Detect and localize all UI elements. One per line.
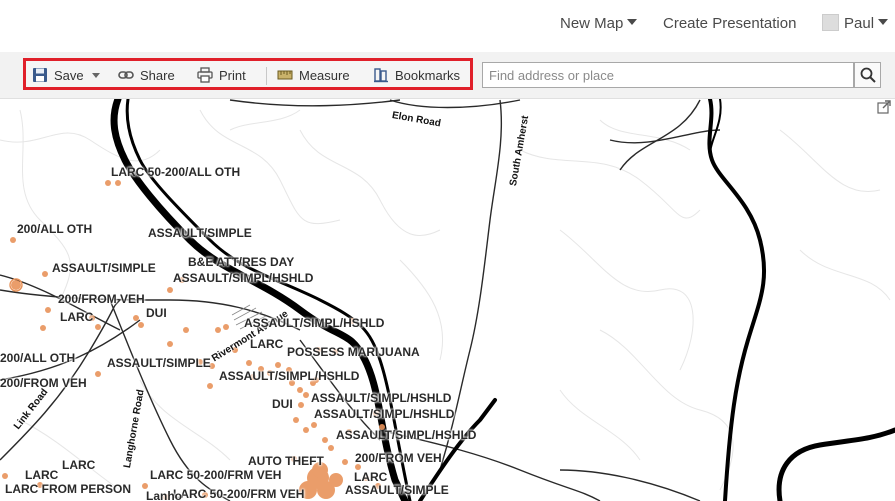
user-name: Paul	[844, 15, 875, 32]
floppy-disk-icon	[33, 68, 47, 82]
map-toolbar: Save Share Print Measure Bookmarks	[23, 58, 473, 90]
share-button[interactable]: Share	[118, 65, 175, 85]
new-map-label: New Map	[560, 15, 624, 32]
incident-label: LARC FROM PERSON	[5, 482, 131, 496]
create-presentation-link[interactable]: Create Presentation	[663, 15, 796, 32]
incident-label: POSSESS MARIJUANA	[287, 345, 420, 359]
incident-label: DUI	[272, 397, 293, 411]
avatar	[822, 13, 839, 31]
incident-label: ASSAULT/SIMPL/HSHLD	[311, 391, 452, 405]
incident-label: 200/ALL OTH	[0, 351, 76, 365]
search-input[interactable]	[482, 62, 854, 88]
incident-label: 200/ALL OTH	[17, 222, 93, 236]
bookmarks-button[interactable]: Bookmarks	[373, 65, 460, 85]
save-button[interactable]: Save	[32, 65, 100, 85]
incident-label: AUTO THEFT	[248, 454, 324, 468]
incident-label: ASSAULT/SIMPLE	[52, 261, 156, 275]
incident-label: LARC	[25, 468, 59, 482]
measure-button[interactable]: Measure	[277, 65, 350, 85]
print-button[interactable]: Print	[197, 65, 246, 85]
incident-label: LARC	[62, 458, 96, 472]
share-label: Share	[140, 67, 175, 83]
incident-label: LARC 50-200/FRM VEH	[173, 487, 305, 501]
incident-label: ASSAULT/SIMPL/HSHLD	[219, 369, 360, 383]
incident-label: 200/FROM VEH	[355, 451, 442, 465]
incident-label: Lanho	[146, 489, 182, 501]
expand-icon[interactable]	[877, 100, 891, 114]
incident-label: LARC 50-200/FRM VEH	[150, 468, 282, 482]
map-view[interactable]: Elon Road South Amherst Link Road Langho…	[0, 99, 895, 501]
create-presentation-label: Create Presentation	[663, 15, 797, 32]
search-button[interactable]	[854, 62, 881, 88]
incident-label: LARC	[60, 310, 94, 324]
bookmark-icon	[374, 68, 388, 83]
incident-label: LARC	[354, 470, 388, 484]
incident-label: ASSAULT/SIMPLE	[148, 226, 252, 240]
incident-label: ASSAULT/SIMPL/HSHLD	[314, 407, 455, 421]
printer-icon	[197, 67, 213, 83]
incident-label: ASSAULT/SIMPL/HSHLD	[244, 316, 385, 330]
measure-label: Measure	[299, 67, 350, 83]
incident-label: ASSAULT/SIMPLE	[107, 356, 211, 370]
incident-label: 200/FROM VEH	[58, 292, 145, 306]
bookmarks-label: Bookmarks	[395, 67, 461, 83]
incident-label: ASSAULT/SIMPL/HSHLD	[173, 271, 314, 285]
chevron-down-icon	[878, 19, 889, 26]
incident-label: ASSAULT/SIMPL/HSHLD	[336, 428, 477, 442]
new-map-menu[interactable]: New Map	[560, 15, 638, 32]
ruler-icon	[277, 70, 293, 80]
search-icon	[860, 67, 876, 83]
chevron-down-icon	[627, 19, 638, 26]
incident-label: LARC	[250, 337, 284, 351]
incident-label: 200/FROM VEH	[0, 376, 87, 390]
user-menu[interactable]: Paul	[822, 13, 889, 33]
incident-label: LARC 50-200/ALL OTH	[111, 165, 241, 179]
incident-label: DUI	[146, 306, 167, 320]
top-header: New Map Create Presentation Paul	[0, 0, 895, 52]
print-label: Print	[219, 67, 246, 83]
chevron-down-icon	[91, 72, 100, 78]
incident-label: ASSAULT/SIMPLE	[345, 483, 449, 497]
incident-label: B&E ATT/RES DAY	[188, 255, 295, 269]
link-icon	[118, 71, 134, 79]
save-label: Save	[54, 67, 84, 83]
toolbar-divider	[266, 67, 267, 85]
